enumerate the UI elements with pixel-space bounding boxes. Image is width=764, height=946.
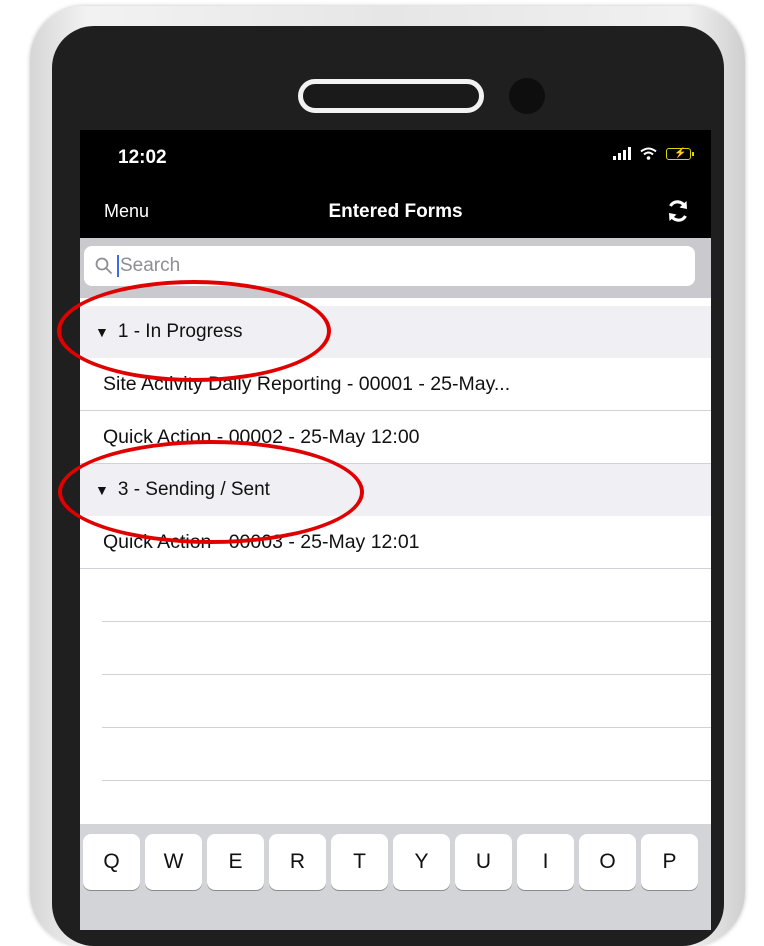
front-camera — [509, 78, 545, 114]
empty-row — [102, 569, 711, 622]
empty-row — [102, 728, 711, 781]
refresh-icon[interactable] — [665, 198, 691, 224]
speaker-grille — [298, 79, 484, 113]
key-r[interactable]: R — [269, 834, 326, 890]
keyboard-row: Q W E R T Y U I O P — [83, 834, 698, 890]
status-icons: ⚡ — [613, 147, 694, 160]
key-q[interactable]: Q — [83, 834, 140, 890]
section-header-sending-sent[interactable]: ▼ 3 - Sending / Sent — [80, 464, 711, 516]
forms-list: ▼ 1 - In Progress Site Activity Daily Re… — [80, 306, 711, 834]
key-w[interactable]: W — [145, 834, 202, 890]
section-header-in-progress[interactable]: ▼ 1 - In Progress — [80, 306, 711, 358]
search-input[interactable] — [120, 255, 600, 277]
collapse-triangle-icon: ▼ — [95, 324, 109, 340]
wifi-icon — [640, 147, 657, 160]
key-o[interactable]: O — [579, 834, 636, 890]
collapse-triangle-icon: ▼ — [95, 482, 109, 498]
section-title: 1 - In Progress — [117, 321, 243, 342]
key-t[interactable]: T — [331, 834, 388, 890]
empty-row — [102, 675, 711, 728]
text-cursor — [117, 255, 119, 277]
navigation-bar: Menu Entered Forms — [80, 188, 711, 238]
list-item[interactable]: Quick Action - 00002 - 25-May 12:00 — [80, 411, 711, 464]
key-p[interactable]: P — [641, 834, 698, 890]
search-field[interactable] — [84, 246, 695, 286]
signal-icon — [613, 147, 631, 160]
keyboard: Q W E R T Y U I O P — [80, 824, 711, 930]
search-bar — [80, 238, 711, 298]
list-item[interactable]: Site Activity Daily Reporting - 00001 - … — [80, 358, 711, 411]
battery-charging-icon: ⚡ — [666, 147, 694, 160]
search-icon — [95, 257, 113, 275]
key-e[interactable]: E — [207, 834, 264, 890]
key-u[interactable]: U — [455, 834, 512, 890]
status-time: 12:02 — [118, 147, 167, 168]
key-y[interactable]: Y — [393, 834, 450, 890]
phone-screen: 12:02 ⚡ Menu Entered Forms Search ▼ 1 - … — [80, 130, 711, 930]
key-i[interactable]: I — [517, 834, 574, 890]
status-bar: 12:02 ⚡ — [80, 130, 711, 188]
list-item[interactable]: Quick Action - 00003 - 25-May 12:01 — [80, 516, 711, 569]
section-title: 3 - Sending / Sent — [117, 479, 270, 500]
empty-row — [102, 622, 711, 675]
page-title: Entered Forms — [328, 201, 463, 222]
